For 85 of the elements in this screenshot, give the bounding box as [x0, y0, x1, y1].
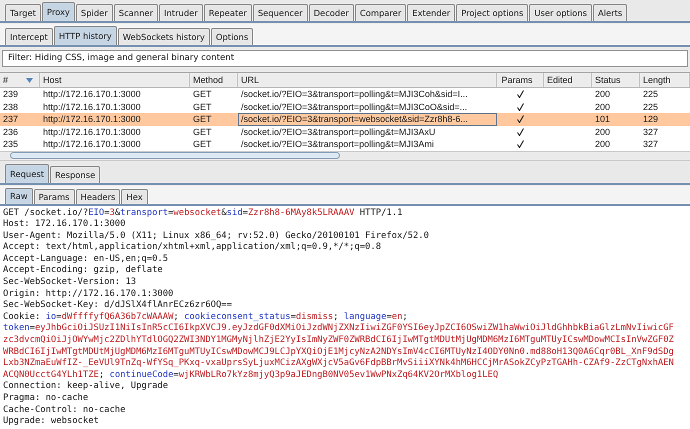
request-line: WRBdCI6IjIwMTgtMDUtMjUgMDM6MzI6MTguMTUyICswMDowMCJ9LCJpYXQiOjE1MjcyNzA2NDYsImV4cCI6MTUyNzI4ODY0Nn0.md88oH13Q0A6Cqr0BL_XnF9dSDg [3, 346, 675, 358]
main-tab[interactable]: Intruder [159, 4, 203, 21]
request-line: Sec-WebSocket-Version: 13 [3, 277, 138, 289]
main-tab[interactable]: Alerts [592, 4, 628, 21]
request-line: Cache-Control: no-cache [3, 404, 126, 416]
request-line: Pragma: no-cache [3, 393, 90, 405]
view-tab[interactable]: Raw [5, 188, 33, 204]
table-cell-text: http://172.16.170.1:3000 [42, 113, 142, 126]
table-cell-text: /socket.io/?EIO=3&transport=polling&t=MJI3Coh&sid=I... [240, 88, 469, 100]
view-tab[interactable]: Headers [76, 188, 120, 204]
filter-bar[interactable]: Filter: Hiding CSS, image and general binary content [2, 50, 688, 67]
subsection-tab[interactable]: Intercept [5, 28, 53, 45]
table-cell-text: /socket.io/?EIO=3&transport=polling&t=MJI3AxU [240, 126, 436, 138]
message-tab[interactable]: Response [50, 166, 100, 182]
table-cell-text: GET [192, 126, 213, 138]
request-line: Accept-Encoding: gzip, deflate [3, 265, 164, 277]
main-tab[interactable]: Sequencer [252, 4, 308, 21]
table-cell-text: 200 [594, 88, 612, 100]
table-cell-text: 238 [2, 100, 20, 113]
main-tab[interactable]: Extender [407, 4, 456, 21]
request-line: Cookie: io=dWffffyfQ6A36b7cWAAAW; cookieconsent_status=dismiss; language=en; [3, 312, 409, 323]
main-tab[interactable]: Proxy [42, 2, 75, 21]
column-header[interactable]: Edited [544, 73, 592, 87]
table-cell-text: /socket.io/?EIO=3&transport=polling&t=MJI3CoO&sid=... [240, 100, 468, 113]
table-cell-text: 225 [642, 100, 660, 113]
history-row[interactable]: 237 http://172.16.170.1:3000 GET /socket.io/?EIO=3&transport=websocket&sid=Zzr8h8-6... 101 129 [0, 113, 690, 126]
view-tab[interactable]: Hex [121, 188, 148, 204]
table-cell-text: 200 [594, 126, 612, 138]
main-tab[interactable]: Target [5, 4, 41, 21]
table-cell-text: GET [192, 100, 213, 113]
request-line: Accept: text/html,application/xhtml+xml,application/xml;q=0.9,*/*;q=0.8 [3, 242, 382, 254]
table-cell-text: http://172.16.170.1:3000 [42, 100, 142, 113]
column-header[interactable]: Method [190, 73, 238, 87]
column-header[interactable]: # [0, 73, 40, 87]
request-line: token=eyJhbGciOiJSUzI1NiIsInR5cCI6IkpXVCJ9.eyJzdGF0dXMiOiJzdWNjZXNzIiwiZGF0YSI6eyJpZCI6OSwiZW1haWwiOiJldGhhbkBiaGlzLmNvIiwicGF [3, 323, 675, 335]
request-line: GET /socket.io/?EIO=3&transport=websocket&sid=Zzr8h8-6MAy8k5LRAAAV HTTP/1.1 [3, 208, 404, 220]
message-tab[interactable]: Request [5, 164, 50, 182]
main-tab[interactable]: Comparer [354, 4, 406, 21]
main-tab[interactable]: Scanner [114, 4, 158, 21]
main-tab[interactable]: Spider [76, 4, 113, 21]
main-tab[interactable]: Repeater [204, 4, 252, 21]
request-line: User-Agent: Mozilla/5.0 (X11; Linux x86_64; rv:52.0) Gecko/20100101 Firefox/52.0 [3, 230, 430, 242]
request-line: Accept-Language: en-US,en;q=0.5 [3, 254, 170, 265]
table-cell-text: http://172.16.170.1:3000 [42, 138, 142, 150]
view-tab[interactable]: Params [34, 188, 75, 204]
subsection-tab[interactable]: WebSockets history [118, 28, 210, 45]
request-line: zc3dvcmQiOiJjOWYwMjc2ZDlhYTdlOGQ2ZWI3NDY1MGMyNjlhZjE2YyIsImNyZWF0ZWRBdCI6IjIwMTgtMDUtMjUgMDM6MzI6MTguMTUyICswMDowMCIsInVwZGF0Z [3, 335, 675, 347]
table-cell-text: 200 [594, 100, 612, 113]
table-cell-text: GET [192, 138, 213, 150]
table-cell: /socket.io/?EIO=3&transport=websocket&sid=Zzr8h8-6... [238, 113, 497, 126]
main-tab[interactable]: Project options [456, 4, 528, 21]
column-header[interactable]: Host [40, 73, 190, 87]
table-cell-text: 129 [642, 113, 660, 126]
main-tab[interactable]: Decoder [308, 4, 354, 21]
request-line: ACQN0UcctG4YLh1TZE; continueCode=wjKRWbLRo7kYz8mjyQ3p9aJEDngB0NV05ev1WwPNxZq64KV2OrMXblog1LEQ [3, 370, 500, 381]
column-header[interactable]: URL [238, 73, 497, 87]
subsection-tab[interactable]: Options [210, 28, 254, 45]
column-header[interactable]: Length [640, 73, 690, 87]
table-cell-text: 101 [594, 113, 612, 126]
table-cell-text: 200 [594, 138, 612, 150]
table-cell-text: /socket.io/?EIO=3&transport=polling&t=MJI3Ami [240, 138, 435, 150]
table-cell-text: 327 [642, 138, 660, 150]
column-header[interactable]: Params [497, 73, 544, 87]
table-cell-text: 327 [642, 126, 660, 138]
subsection-tab[interactable]: HTTP history [54, 26, 117, 45]
request-editor[interactable] [0, 206, 690, 429]
request-line: Lxb3NZmaEuWfIZ-_EeVUl9TnZq-WfYSq_PKxq-vxaUprsSyLjuxMCizAXgWXjcV5aGv6FdpBBrMvSiiiXYNk4hM6HCCjMrASokZCyPzTGAHh-CZAf9-ZzCTgNxhAEN [3, 358, 675, 370]
table-cell-text: 225 [642, 88, 660, 100]
request-line: Sec-WebSocket-Key: d/dJSlX4flAnrECz6zr6OQ== [3, 300, 233, 312]
sort-arrow-icon [26, 78, 33, 82]
table-cell-text: GET [192, 88, 213, 100]
table-cell-text: 235 [2, 138, 20, 150]
request-line: Connection: keep-alive, Upgrade [3, 381, 170, 393]
main-tab[interactable]: User options [529, 4, 592, 21]
table-cell-text: http://172.16.170.1:3000 [42, 88, 142, 100]
request-line: Host: 172.16.170.1:3000 [3, 219, 126, 231]
horizontal-scrollbar[interactable] [0, 150, 690, 160]
request-line: Upgrade: websocket [3, 416, 100, 428]
table-cell-text: GET [192, 113, 213, 126]
table-cell-text: 237 [2, 113, 20, 126]
column-header[interactable]: Status [592, 73, 640, 87]
table-cell-text: http://172.16.170.1:3000 [42, 126, 142, 138]
request-line: Origin: http://172.16.170.1:3000 [3, 288, 174, 300]
table-cell-text: 239 [2, 88, 20, 100]
table-cell-text: 236 [2, 126, 20, 138]
